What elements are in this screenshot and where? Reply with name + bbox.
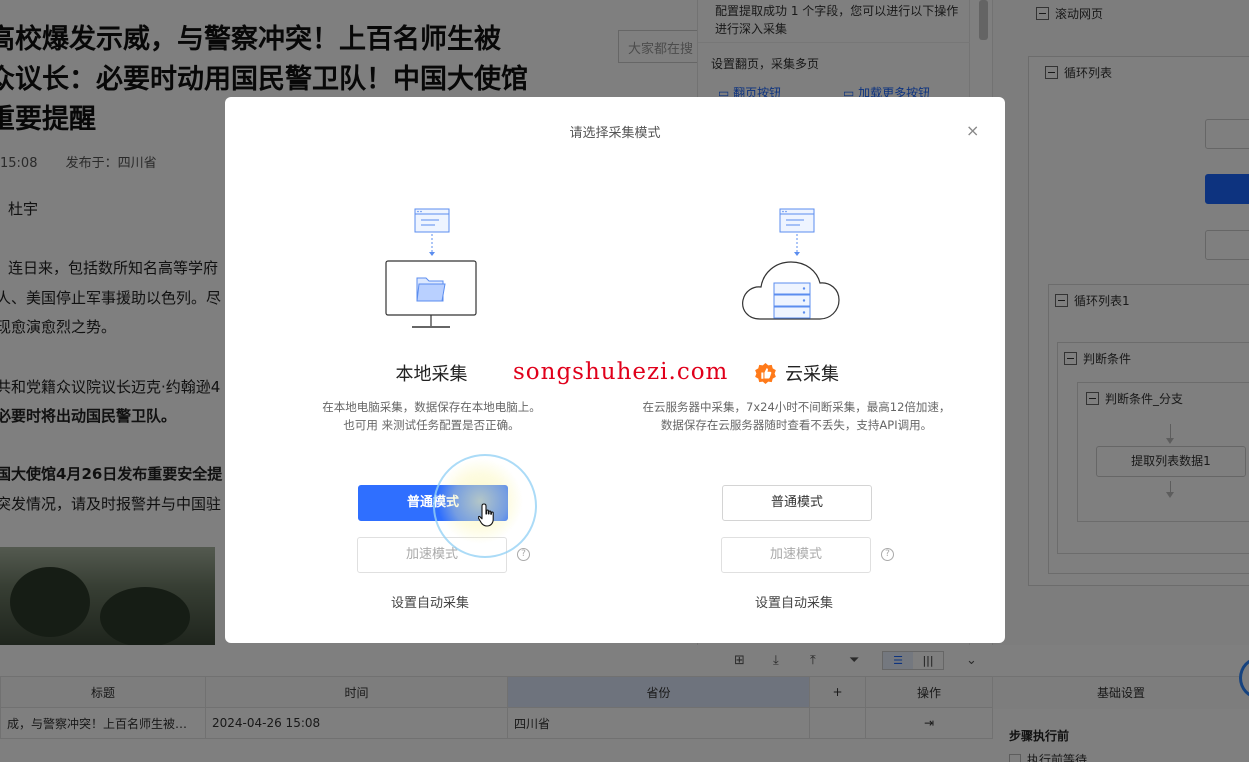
help-icon[interactable]: ? <box>881 548 894 561</box>
server-icon <box>773 282 811 319</box>
local-normal-mode-button[interactable]: 普通模式 <box>358 485 508 521</box>
cloud-auto-collect-link[interactable]: 设置自动采集 <box>755 592 833 611</box>
browser-window-icon <box>414 208 450 233</box>
cloud-normal-mode-button[interactable]: 普通模式 <box>722 485 872 521</box>
local-fast-mode-button[interactable]: 加速模式 <box>357 537 507 573</box>
collect-mode-dialog: 请选择采集模式 × 本地采集 在本地电脑采集，数据保存在本地电脑上。 也可用 来… <box>225 97 1005 643</box>
cloud-fast-mode-button[interactable]: 加速模式 <box>721 537 871 573</box>
browser-window-icon <box>779 208 815 233</box>
thumbs-up-badge-icon <box>755 362 776 384</box>
folder-icon <box>416 277 446 302</box>
cloud-collect-desc: 在云服务器中采集，7x24小时不间断采集，最高12倍加速， 数据保存在云服务器随… <box>642 400 951 432</box>
help-icon[interactable]: ? <box>517 548 530 561</box>
local-collect-desc: 在本地电脑采集，数据保存在本地电脑上。 也可用 来测试任务配置是否正确。 <box>322 400 541 432</box>
watermark-text: songshuhezi.com <box>513 359 729 385</box>
local-auto-collect-link[interactable]: 设置自动采集 <box>391 592 469 611</box>
local-illustration <box>385 208 477 328</box>
cloud-illustration <box>742 208 840 320</box>
